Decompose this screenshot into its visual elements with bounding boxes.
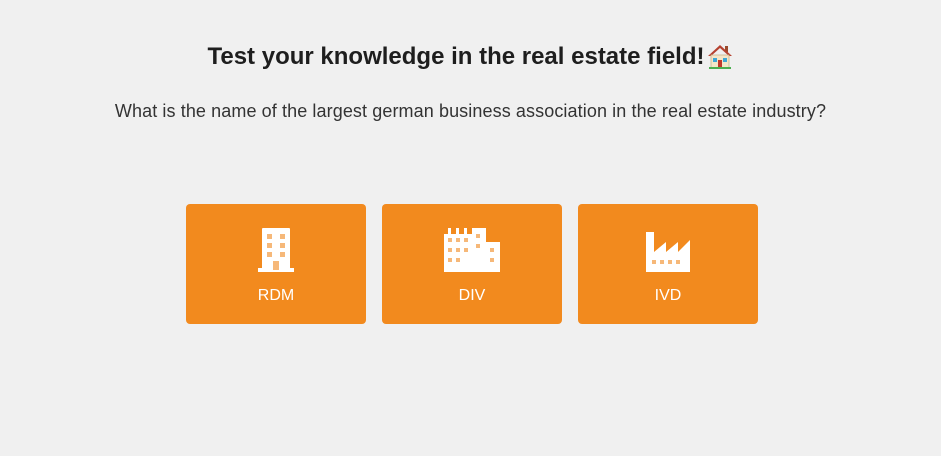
option-div-button[interactable]: DIV — [382, 204, 562, 324]
question-text: What is the name of the largest german b… — [114, 101, 827, 121]
house-icon — [706, 42, 734, 80]
answer-options: RDM DIV IVD — [186, 204, 758, 324]
page-title-row: Test your knowledge in the real estate f… — [0, 40, 941, 80]
page-title: Test your knowledge in the real estate f… — [207, 43, 705, 70]
city-buildings-icon — [382, 228, 562, 272]
building-icon — [186, 228, 366, 272]
factory-icon — [578, 228, 758, 272]
option-label: RDM — [257, 287, 295, 304]
option-ivd-button[interactable]: IVD — [578, 204, 758, 324]
option-label: IVD — [654, 287, 682, 304]
option-rdm-button[interactable]: RDM — [186, 204, 366, 324]
option-label: DIV — [458, 287, 486, 304]
